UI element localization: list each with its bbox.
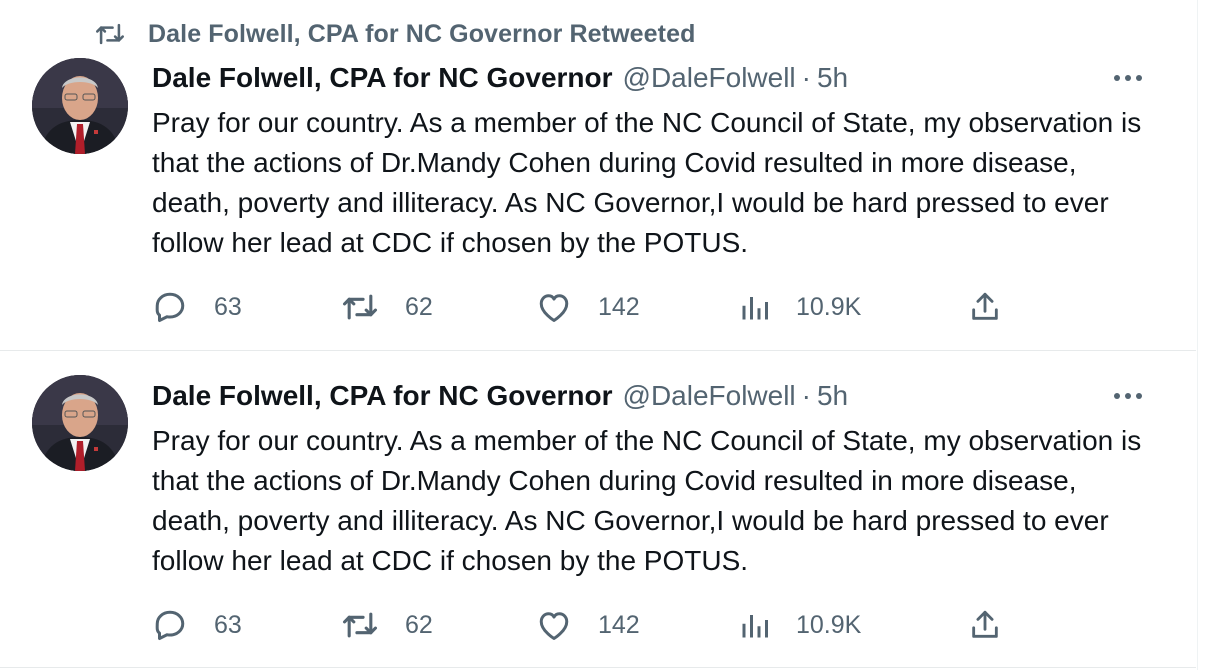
avatar[interactable] xyxy=(32,58,128,154)
tweet-header: Dale Folwell, CPA for NC Governor @DaleF… xyxy=(152,376,848,416)
author-name[interactable]: Dale Folwell, CPA for NC Governor xyxy=(152,380,613,412)
tweet-text: Pray for our country. As a member of the… xyxy=(152,425,1142,576)
reply-count: 63 xyxy=(214,610,242,639)
reply-count: 63 xyxy=(214,292,242,321)
like-count: 142 xyxy=(598,292,640,321)
share-button[interactable] xyxy=(968,603,1002,647)
views-button[interactable]: 10.9K xyxy=(740,603,861,647)
views-count: 10.9K xyxy=(796,610,862,639)
tweet[interactable]: Dale Folwell, CPA for NC Governor Retwee… xyxy=(0,0,1196,351)
like-icon xyxy=(536,608,572,642)
more-options-button[interactable] xyxy=(1110,60,1146,96)
retweet-context[interactable]: Dale Folwell, CPA for NC Governor Retwee… xyxy=(94,18,695,50)
author-handle[interactable]: @DaleFolwell xyxy=(623,380,796,412)
avatar[interactable] xyxy=(32,375,128,471)
views-icon xyxy=(740,610,770,640)
like-count: 142 xyxy=(598,610,640,639)
retweet-count: 62 xyxy=(405,610,433,639)
reply-button[interactable]: 63 xyxy=(152,603,242,647)
retweet-context-label: Dale Folwell, CPA for NC Governor Retwee… xyxy=(148,19,696,48)
author-name[interactable]: Dale Folwell, CPA for NC Governor xyxy=(152,62,613,94)
retweet-icon xyxy=(341,290,379,324)
retweet-count: 62 xyxy=(405,292,433,321)
timestamp[interactable]: 5h xyxy=(817,62,848,94)
retweet-button[interactable]: 62 xyxy=(341,603,433,647)
reply-button[interactable]: 63 xyxy=(152,285,242,329)
separator: · xyxy=(801,380,811,411)
views-icon xyxy=(740,292,770,322)
timestamp[interactable]: 5h xyxy=(817,380,848,412)
like-icon xyxy=(536,290,572,324)
tweet-text: Pray for our country. As a member of the… xyxy=(152,107,1142,258)
author-handle[interactable]: @DaleFolwell xyxy=(623,62,796,94)
more-options-button[interactable] xyxy=(1110,378,1146,414)
timeline-feed: Dale Folwell, CPA for NC Governor Retwee… xyxy=(0,0,1198,670)
tweet[interactable]: Dale Folwell, CPA for NC Governor @DaleF… xyxy=(0,351,1196,668)
separator: · xyxy=(801,62,811,93)
retweet-icon xyxy=(94,20,126,48)
retweet-icon xyxy=(341,608,379,642)
more-icon xyxy=(1113,392,1143,400)
like-button[interactable]: 142 xyxy=(536,603,640,647)
retweet-button[interactable]: 62 xyxy=(341,285,433,329)
views-button[interactable]: 10.9K xyxy=(740,285,861,329)
share-icon xyxy=(968,290,1002,324)
share-icon xyxy=(968,608,1002,642)
reply-icon xyxy=(152,607,188,643)
like-button[interactable]: 142 xyxy=(536,285,640,329)
share-button[interactable] xyxy=(968,285,1002,329)
more-icon xyxy=(1113,74,1143,82)
reply-icon xyxy=(152,289,188,325)
views-count: 10.9K xyxy=(796,292,862,321)
tweet-header: Dale Folwell, CPA for NC Governor @DaleF… xyxy=(152,58,848,98)
